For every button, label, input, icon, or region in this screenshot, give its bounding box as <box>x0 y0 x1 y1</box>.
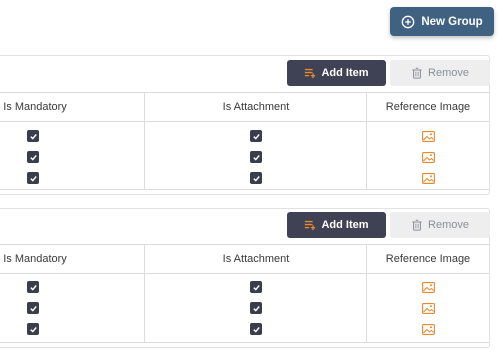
image-icon[interactable] <box>422 282 435 293</box>
check-icon <box>252 284 260 291</box>
image-icon[interactable] <box>422 324 435 335</box>
plus-circle-icon <box>401 15 415 28</box>
new-group-button[interactable]: New Group <box>390 7 494 36</box>
attachment-checkbox[interactable] <box>250 281 262 293</box>
remove-button[interactable]: Remove <box>390 212 490 238</box>
check-icon <box>252 133 260 140</box>
column-header-is-mandatory: Is Mandatory <box>3 253 67 265</box>
check-icon <box>252 305 260 312</box>
trash-icon <box>412 67 422 79</box>
column-header-is-mandatory: Is Mandatory <box>3 101 67 113</box>
items-table: Is Mandatory Is Attachment Reference Ima… <box>0 244 489 343</box>
add-item-label: Add Item <box>321 67 369 79</box>
column-header-reference-image: Reference Image <box>385 101 471 113</box>
attachment-checkbox[interactable] <box>250 323 262 335</box>
check-icon <box>252 326 260 333</box>
column-header-reference-image: Reference Image <box>385 253 471 265</box>
add-list-icon <box>305 68 316 79</box>
column-header-is-attachment: Is Attachment <box>222 101 290 113</box>
remove-label: Remove <box>428 67 469 79</box>
check-icon <box>29 284 37 291</box>
mandatory-checkbox[interactable] <box>27 151 39 163</box>
add-item-button[interactable]: Add Item <box>287 60 386 86</box>
mandatory-checkbox[interactable] <box>27 130 39 142</box>
check-icon <box>252 154 260 161</box>
remove-button[interactable]: Remove <box>390 60 490 86</box>
column-header-is-attachment: Is Attachment <box>222 253 290 265</box>
image-icon[interactable] <box>422 173 435 184</box>
trash-icon <box>412 219 422 231</box>
mandatory-checkbox[interactable] <box>27 302 39 314</box>
mandatory-checkbox[interactable] <box>27 172 39 184</box>
image-icon[interactable] <box>422 303 435 314</box>
new-group-label: New Group <box>421 15 483 28</box>
items-table: Is Mandatory Is Attachment Reference Ima… <box>0 92 489 190</box>
check-icon <box>29 305 37 312</box>
check-icon <box>29 154 37 161</box>
image-icon[interactable] <box>422 152 435 163</box>
attachment-checkbox[interactable] <box>250 130 262 142</box>
remove-label: Remove <box>428 219 469 231</box>
check-icon <box>29 326 37 333</box>
attachment-checkbox[interactable] <box>250 151 262 163</box>
add-list-icon <box>305 220 316 231</box>
check-icon <box>29 133 37 140</box>
check-icon <box>29 175 37 182</box>
attachment-checkbox[interactable] <box>250 172 262 184</box>
mandatory-checkbox[interactable] <box>27 323 39 335</box>
image-icon[interactable] <box>422 131 435 142</box>
attachment-checkbox[interactable] <box>250 302 262 314</box>
add-item-button[interactable]: Add Item <box>287 212 386 238</box>
check-icon <box>252 175 260 182</box>
mandatory-checkbox[interactable] <box>27 281 39 293</box>
add-item-label: Add Item <box>321 219 369 231</box>
